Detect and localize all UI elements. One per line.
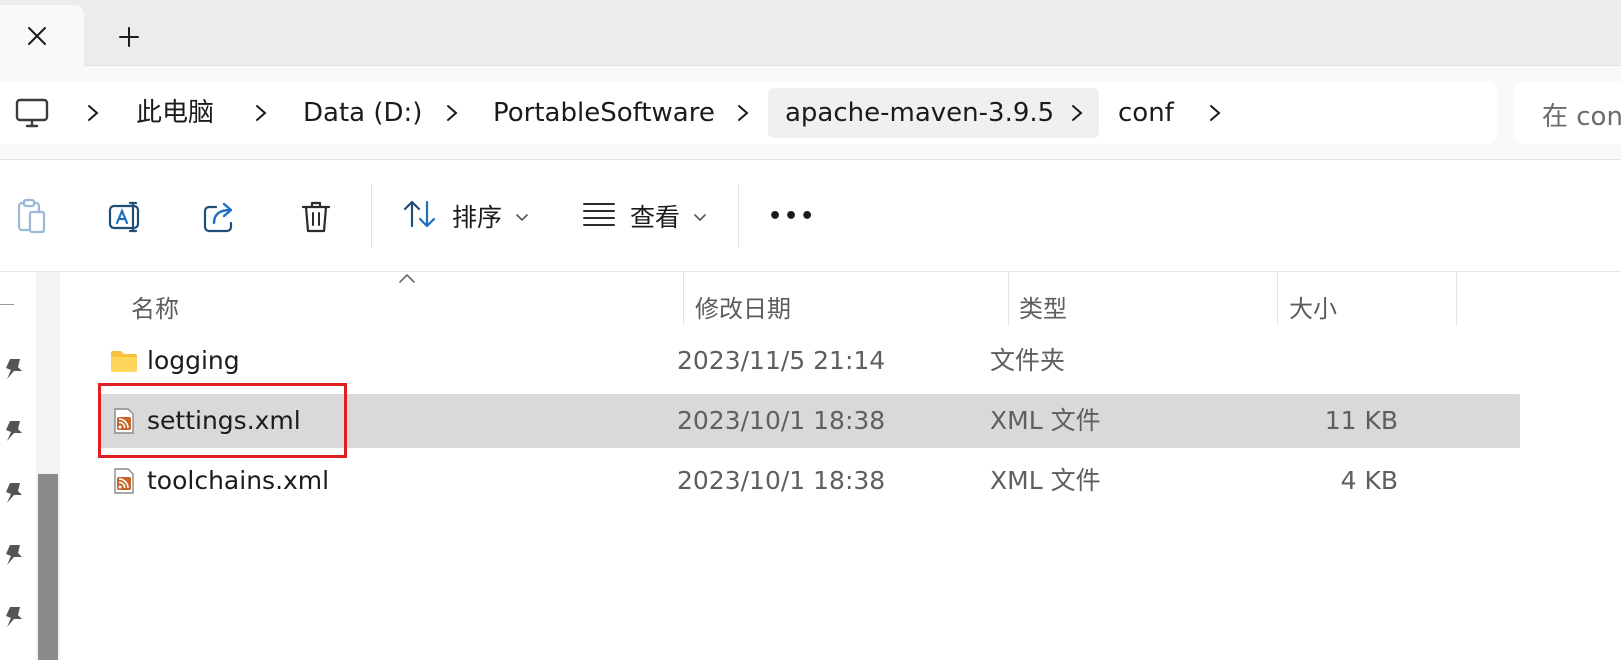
search-placeholder: 在 conf: [1542, 102, 1621, 132]
more-options-button[interactable]: •••: [768, 193, 816, 239]
view-label: 查看: [630, 203, 681, 232]
divider: [738, 185, 739, 247]
sort-button[interactable]: 排序: [402, 193, 528, 239]
column-header-size[interactable]: 大小: [1289, 284, 1337, 334]
pin-icon[interactable]: [3, 542, 25, 568]
chevron-right-icon[interactable]: [728, 98, 758, 128]
close-icon[interactable]: [22, 21, 52, 51]
folder-icon: [111, 351, 137, 372]
chevron-right-icon[interactable]: [246, 98, 276, 128]
sort-icon: [402, 198, 438, 234]
table-row[interactable]: toolchains.xml 2023/10/1 18:38 XML 文件 4 …: [98, 454, 1520, 508]
breadcrumb-item-apache-maven[interactable]: apache-maven-3.9.5: [785, 98, 1054, 128]
pin-icon[interactable]: [3, 356, 25, 382]
pin-icon[interactable]: [3, 418, 25, 444]
file-name: toolchains.xml: [147, 466, 330, 495]
file-modified: 2023/11/5 21:14: [677, 346, 886, 375]
breadcrumb-item-portablesoftware[interactable]: PortableSoftware: [493, 98, 715, 128]
search-input[interactable]: 在 conf: [1514, 82, 1621, 144]
file-list: 名称 修改日期 类型 大小 logging 2023/11/5 21:14 文件…: [68, 272, 1621, 660]
xml-file-icon: [114, 468, 134, 494]
pin-icon[interactable]: [3, 480, 25, 506]
view-list-icon: [582, 200, 616, 232]
file-size: 4 KB: [1340, 466, 1398, 495]
file-size: 11 KB: [1324, 406, 1398, 435]
divider: [371, 185, 372, 247]
column-header-name[interactable]: 名称: [131, 284, 179, 334]
xml-file-icon: [114, 408, 134, 434]
share-icon[interactable]: [200, 197, 240, 237]
file-type: XML 文件: [990, 466, 1101, 495]
scrollbar-thumb[interactable]: [38, 474, 58, 660]
sort-ascending-icon: [399, 273, 415, 283]
address-bar: 此电脑 Data (D:) PortableSoftware apache-ma…: [0, 66, 1621, 160]
file-type: 文件夹: [990, 346, 1066, 375]
breadcrumb[interactable]: 此电脑 Data (D:) PortableSoftware apache-ma…: [0, 82, 1497, 144]
file-modified: 2023/10/1 18:38: [677, 466, 886, 495]
breadcrumb-item-conf[interactable]: conf: [1118, 98, 1174, 128]
chevron-right-icon[interactable]: [1200, 98, 1230, 128]
file-name: settings.xml: [147, 406, 301, 435]
column-header-type[interactable]: 类型: [1019, 284, 1067, 334]
file-name: logging: [147, 346, 240, 375]
sort-label: 排序: [452, 203, 503, 232]
column-divider[interactable]: [683, 272, 684, 326]
table-row[interactable]: settings.xml 2023/10/1 18:38 XML 文件 11 K…: [98, 394, 1520, 448]
breadcrumb-item-this-pc[interactable]: 此电脑: [136, 98, 214, 128]
pin-icon[interactable]: [3, 604, 25, 630]
navigation-pane: [0, 272, 68, 660]
breadcrumb-item-data-drive[interactable]: Data (D:): [303, 98, 422, 128]
chevron-down-icon: [516, 207, 528, 226]
file-modified: 2023/10/1 18:38: [677, 406, 886, 435]
delete-icon[interactable]: [296, 197, 336, 237]
tab-strip: [0, 0, 1621, 67]
plus-icon[interactable]: [114, 22, 144, 52]
column-header-modified[interactable]: 修改日期: [695, 284, 791, 334]
table-row[interactable]: logging 2023/11/5 21:14 文件夹: [98, 334, 1520, 388]
view-button[interactable]: 查看: [582, 193, 706, 239]
command-bar: 排序 查看 •••: [0, 161, 1621, 272]
paste-icon[interactable]: [12, 197, 52, 237]
rename-icon[interactable]: [106, 197, 146, 237]
chevron-right-icon[interactable]: [78, 98, 108, 128]
chevron-right-icon[interactable]: [1062, 98, 1092, 128]
column-divider[interactable]: [1008, 272, 1009, 326]
computer-icon[interactable]: [14, 96, 50, 132]
file-type: XML 文件: [990, 406, 1101, 435]
column-divider[interactable]: [1456, 272, 1457, 326]
nav-divider: [0, 304, 14, 305]
chevron-down-icon: [694, 207, 706, 226]
chevron-right-icon[interactable]: [437, 98, 467, 128]
file-size: [1198, 334, 1398, 388]
tab-current[interactable]: [0, 5, 84, 67]
more-icon: •••: [768, 203, 817, 229]
column-divider[interactable]: [1277, 272, 1278, 326]
